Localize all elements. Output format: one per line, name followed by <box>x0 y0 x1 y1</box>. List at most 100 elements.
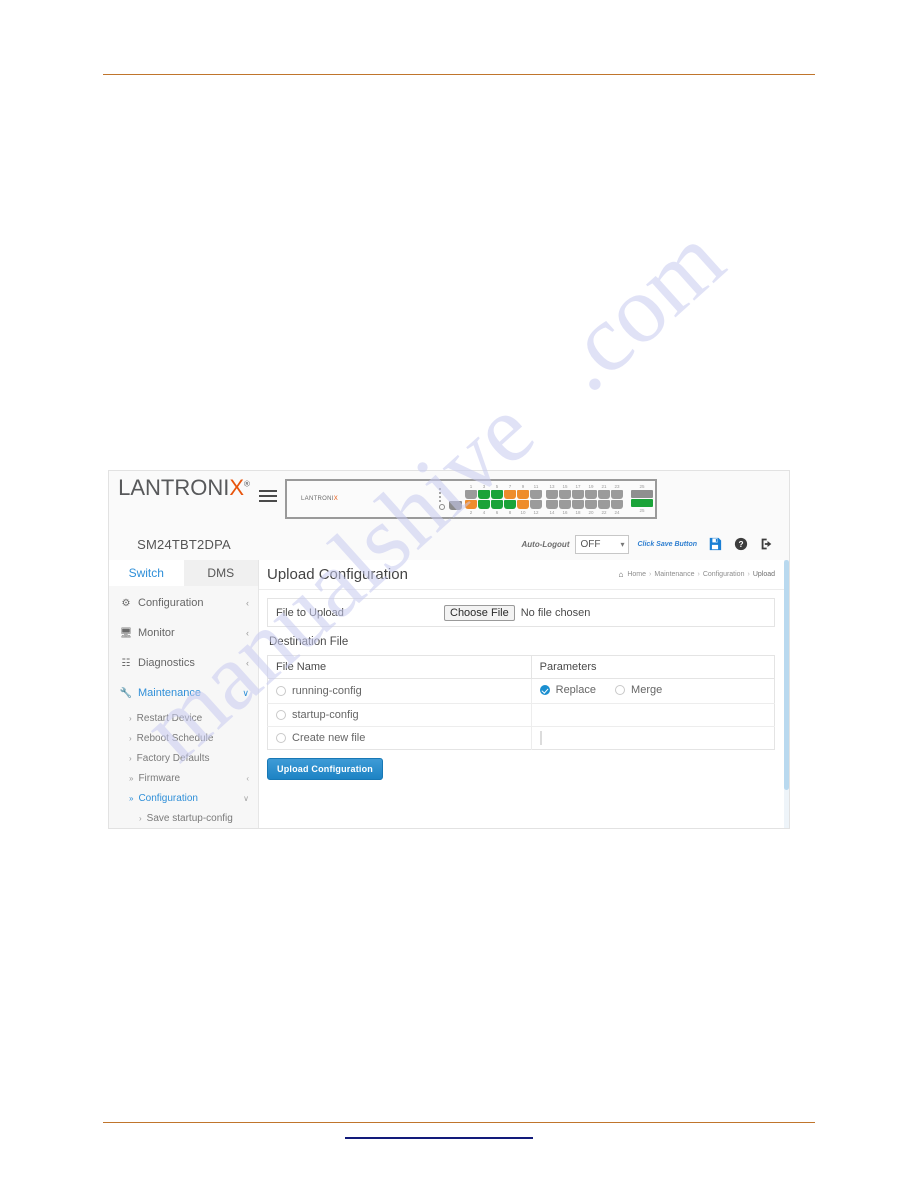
sidebar-subitem-factory-defaults[interactable]: › Factory Defaults <box>109 748 258 768</box>
port-number-top: 21 <box>601 484 607 489</box>
port-pair[interactable]: 19 20 <box>585 484 597 515</box>
port-pair[interactable]: 17 18 <box>572 484 584 515</box>
sidebar-item-monitor[interactable]: 🖥 Monitor ‹ <box>109 618 258 648</box>
sidebar-subitem-save-startup-config[interactable]: › Save startup-config <box>109 808 258 828</box>
port-pair[interactable]: 5 6 <box>491 484 503 515</box>
sidebar-subitem-label: Firmware <box>138 772 181 784</box>
scrollbar-thumb[interactable] <box>784 560 789 791</box>
port-jack-bottom[interactable] <box>572 500 584 509</box>
port-jack-top[interactable] <box>517 490 529 499</box>
port-pair[interactable]: 7 8 <box>504 484 516 515</box>
port-pair[interactable]: 15 16 <box>559 484 571 515</box>
port-pair[interactable]: 1 2 <box>465 484 477 515</box>
sidebar-subitem-configuration[interactable]: » Configuration ∨ <box>109 788 258 808</box>
port-jack-bottom[interactable] <box>611 500 623 509</box>
port-jack-bottom[interactable] <box>585 500 597 509</box>
chevron-left-icon: ‹ <box>246 773 249 783</box>
radio-running-config[interactable] <box>276 686 286 697</box>
sidebar-item-maintenance[interactable]: 🔧 Maintenance ∨ <box>109 678 258 708</box>
cell-file-name[interactable]: running-config <box>267 678 532 704</box>
port-pair[interactable]: 23 24 <box>611 484 623 515</box>
sign-out-icon[interactable] <box>759 536 775 552</box>
port-number-bottom: 4 <box>482 510 486 515</box>
gear-icon: ⚙ <box>121 597 131 609</box>
sidebar-tabs: Switch DMS <box>109 560 258 586</box>
port-jack-top[interactable] <box>611 490 623 499</box>
port-jack-top[interactable] <box>478 490 490 499</box>
radio-merge[interactable] <box>615 685 626 695</box>
port-jack-top[interactable] <box>504 490 516 499</box>
port-number-bottom: 6 <box>495 510 499 515</box>
port-jack-top[interactable] <box>546 490 558 499</box>
file-to-upload-label: File to Upload <box>276 606 344 619</box>
port-jack-bottom[interactable] <box>598 500 610 509</box>
port-pair[interactable]: 11 12 <box>530 484 542 515</box>
sidebar-subitem-label: Factory Defaults <box>136 752 210 764</box>
port-jack-bottom[interactable] <box>517 500 529 509</box>
sfp-cell-top[interactable] <box>631 490 653 498</box>
port-number-top: 13 <box>549 484 555 489</box>
question-circle-icon[interactable]: ? <box>733 536 749 552</box>
chevron-left-icon: ‹ <box>246 658 249 668</box>
column-header-file-name: File Name <box>267 655 532 679</box>
port-jack-bottom[interactable] <box>530 500 542 509</box>
port-pair[interactable]: 21 22 <box>598 484 610 515</box>
vertical-scrollbar[interactable] <box>784 560 789 828</box>
auto-logout-select[interactable]: OFF ▾ <box>575 534 630 554</box>
port-jack-bottom[interactable] <box>491 500 503 509</box>
port-jack-bottom[interactable] <box>559 500 571 509</box>
port-jack-bottom[interactable] <box>478 500 490 509</box>
sidebar-item-diagnostics[interactable]: ☷ Diagnostics ‹ <box>109 648 258 678</box>
choose-file-button[interactable]: Choose File <box>444 604 515 621</box>
page-footer-rule <box>103 1122 815 1123</box>
hamburger-menu-icon[interactable] <box>259 487 277 505</box>
port-jack-bottom[interactable] <box>465 500 477 509</box>
sidebar-item-configuration[interactable]: ⚙ Configuration ‹ <box>109 588 258 618</box>
port-jack-top[interactable] <box>530 490 542 499</box>
port-group-1: 1 2 3 4 5 6 7 8 9 10 11 12 <box>465 484 543 515</box>
option-replace[interactable]: Replace <box>539 684 596 696</box>
port-jack-top[interactable] <box>572 490 584 499</box>
option-merge[interactable]: Merge <box>615 684 662 696</box>
sidebar-subitem-firmware[interactable]: » Firmware ‹ <box>109 768 258 788</box>
file-chosen-status: No file chosen <box>520 606 591 619</box>
port-jack-bottom[interactable] <box>546 500 558 509</box>
radio-startup-config[interactable] <box>276 710 286 721</box>
mgmt-port[interactable] <box>449 495 462 516</box>
cell-file-name[interactable]: startup-config <box>267 703 532 727</box>
auto-logout-value: OFF <box>580 538 601 550</box>
port-jack-top[interactable] <box>559 490 571 499</box>
port-jack-top[interactable] <box>465 490 477 499</box>
floppy-disk-icon[interactable] <box>707 536 723 552</box>
sidebar-subitem-restart-device[interactable]: › Restart Device <box>109 708 258 728</box>
radio-replace[interactable] <box>539 685 550 695</box>
radio-create-new-file[interactable] <box>276 733 286 744</box>
sidebar-subitem-reboot-schedule[interactable]: › Reboot Schedule <box>109 728 258 748</box>
sfp-cell-bottom[interactable] <box>631 499 653 507</box>
breadcrumb-item-configuration[interactable]: Configuration <box>703 571 745 578</box>
device-port-panel[interactable]: LANTRONIX 1 2 3 4 5 6 7 8 9 10 11 12 13 … <box>285 479 657 519</box>
breadcrumb-separator: › <box>697 571 700 578</box>
port-jack-top[interactable] <box>585 490 597 499</box>
sidebar-item-label: Diagnostics <box>138 657 195 669</box>
tab-dms[interactable]: DMS <box>184 560 259 586</box>
cell-file-name[interactable]: Create new file <box>267 726 532 750</box>
new-file-name-input[interactable] <box>539 731 542 745</box>
port-jack-top[interactable] <box>598 490 610 499</box>
port-pair[interactable]: 13 14 <box>546 484 558 515</box>
table-row: startup-config <box>267 703 775 727</box>
port-pair[interactable]: 3 4 <box>478 484 490 515</box>
upload-configuration-button[interactable]: Upload Configuration <box>267 758 383 780</box>
breadcrumb-home[interactable]: Home <box>627 571 646 578</box>
port-jack-bottom[interactable] <box>504 500 516 509</box>
port-pair[interactable]: 9 10 <box>517 484 529 515</box>
sidebar-item-label: Maintenance <box>138 687 201 699</box>
breadcrumb-item-maintenance[interactable]: Maintenance <box>654 571 694 578</box>
page-title: Upload Configuration <box>267 566 408 583</box>
sfp-port-block[interactable]: 25 25 <box>631 484 653 513</box>
port-jack-top[interactable] <box>491 490 503 499</box>
port-number-top: 7 <box>508 484 512 489</box>
tab-switch[interactable]: Switch <box>109 560 184 586</box>
footer-link-underline[interactable] <box>345 1137 533 1139</box>
chevron-down-icon: ∨ <box>243 793 249 803</box>
